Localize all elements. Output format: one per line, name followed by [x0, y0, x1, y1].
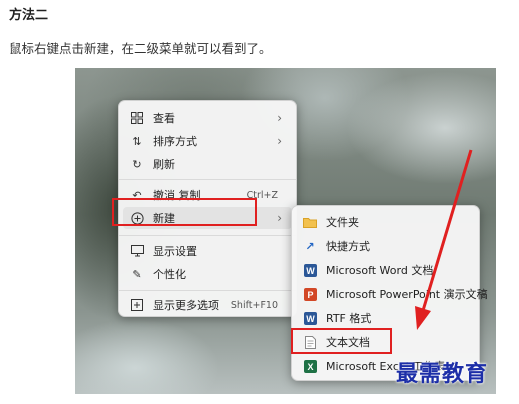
section-description: 鼠标右键点击新建，在二级菜单就可以看到了。 — [9, 41, 272, 56]
red-arrow-icon — [415, 149, 473, 330]
watermark-logo: 最需教育 — [396, 361, 489, 387]
desktop-screenshot: 查看 › ⇅ 排序方式 › ↻ 刷新 ↶ 撤消 复制 Ctrl+Z 新建 › 显… — [75, 68, 496, 394]
section-heading: 方法二 — [9, 8, 49, 23]
